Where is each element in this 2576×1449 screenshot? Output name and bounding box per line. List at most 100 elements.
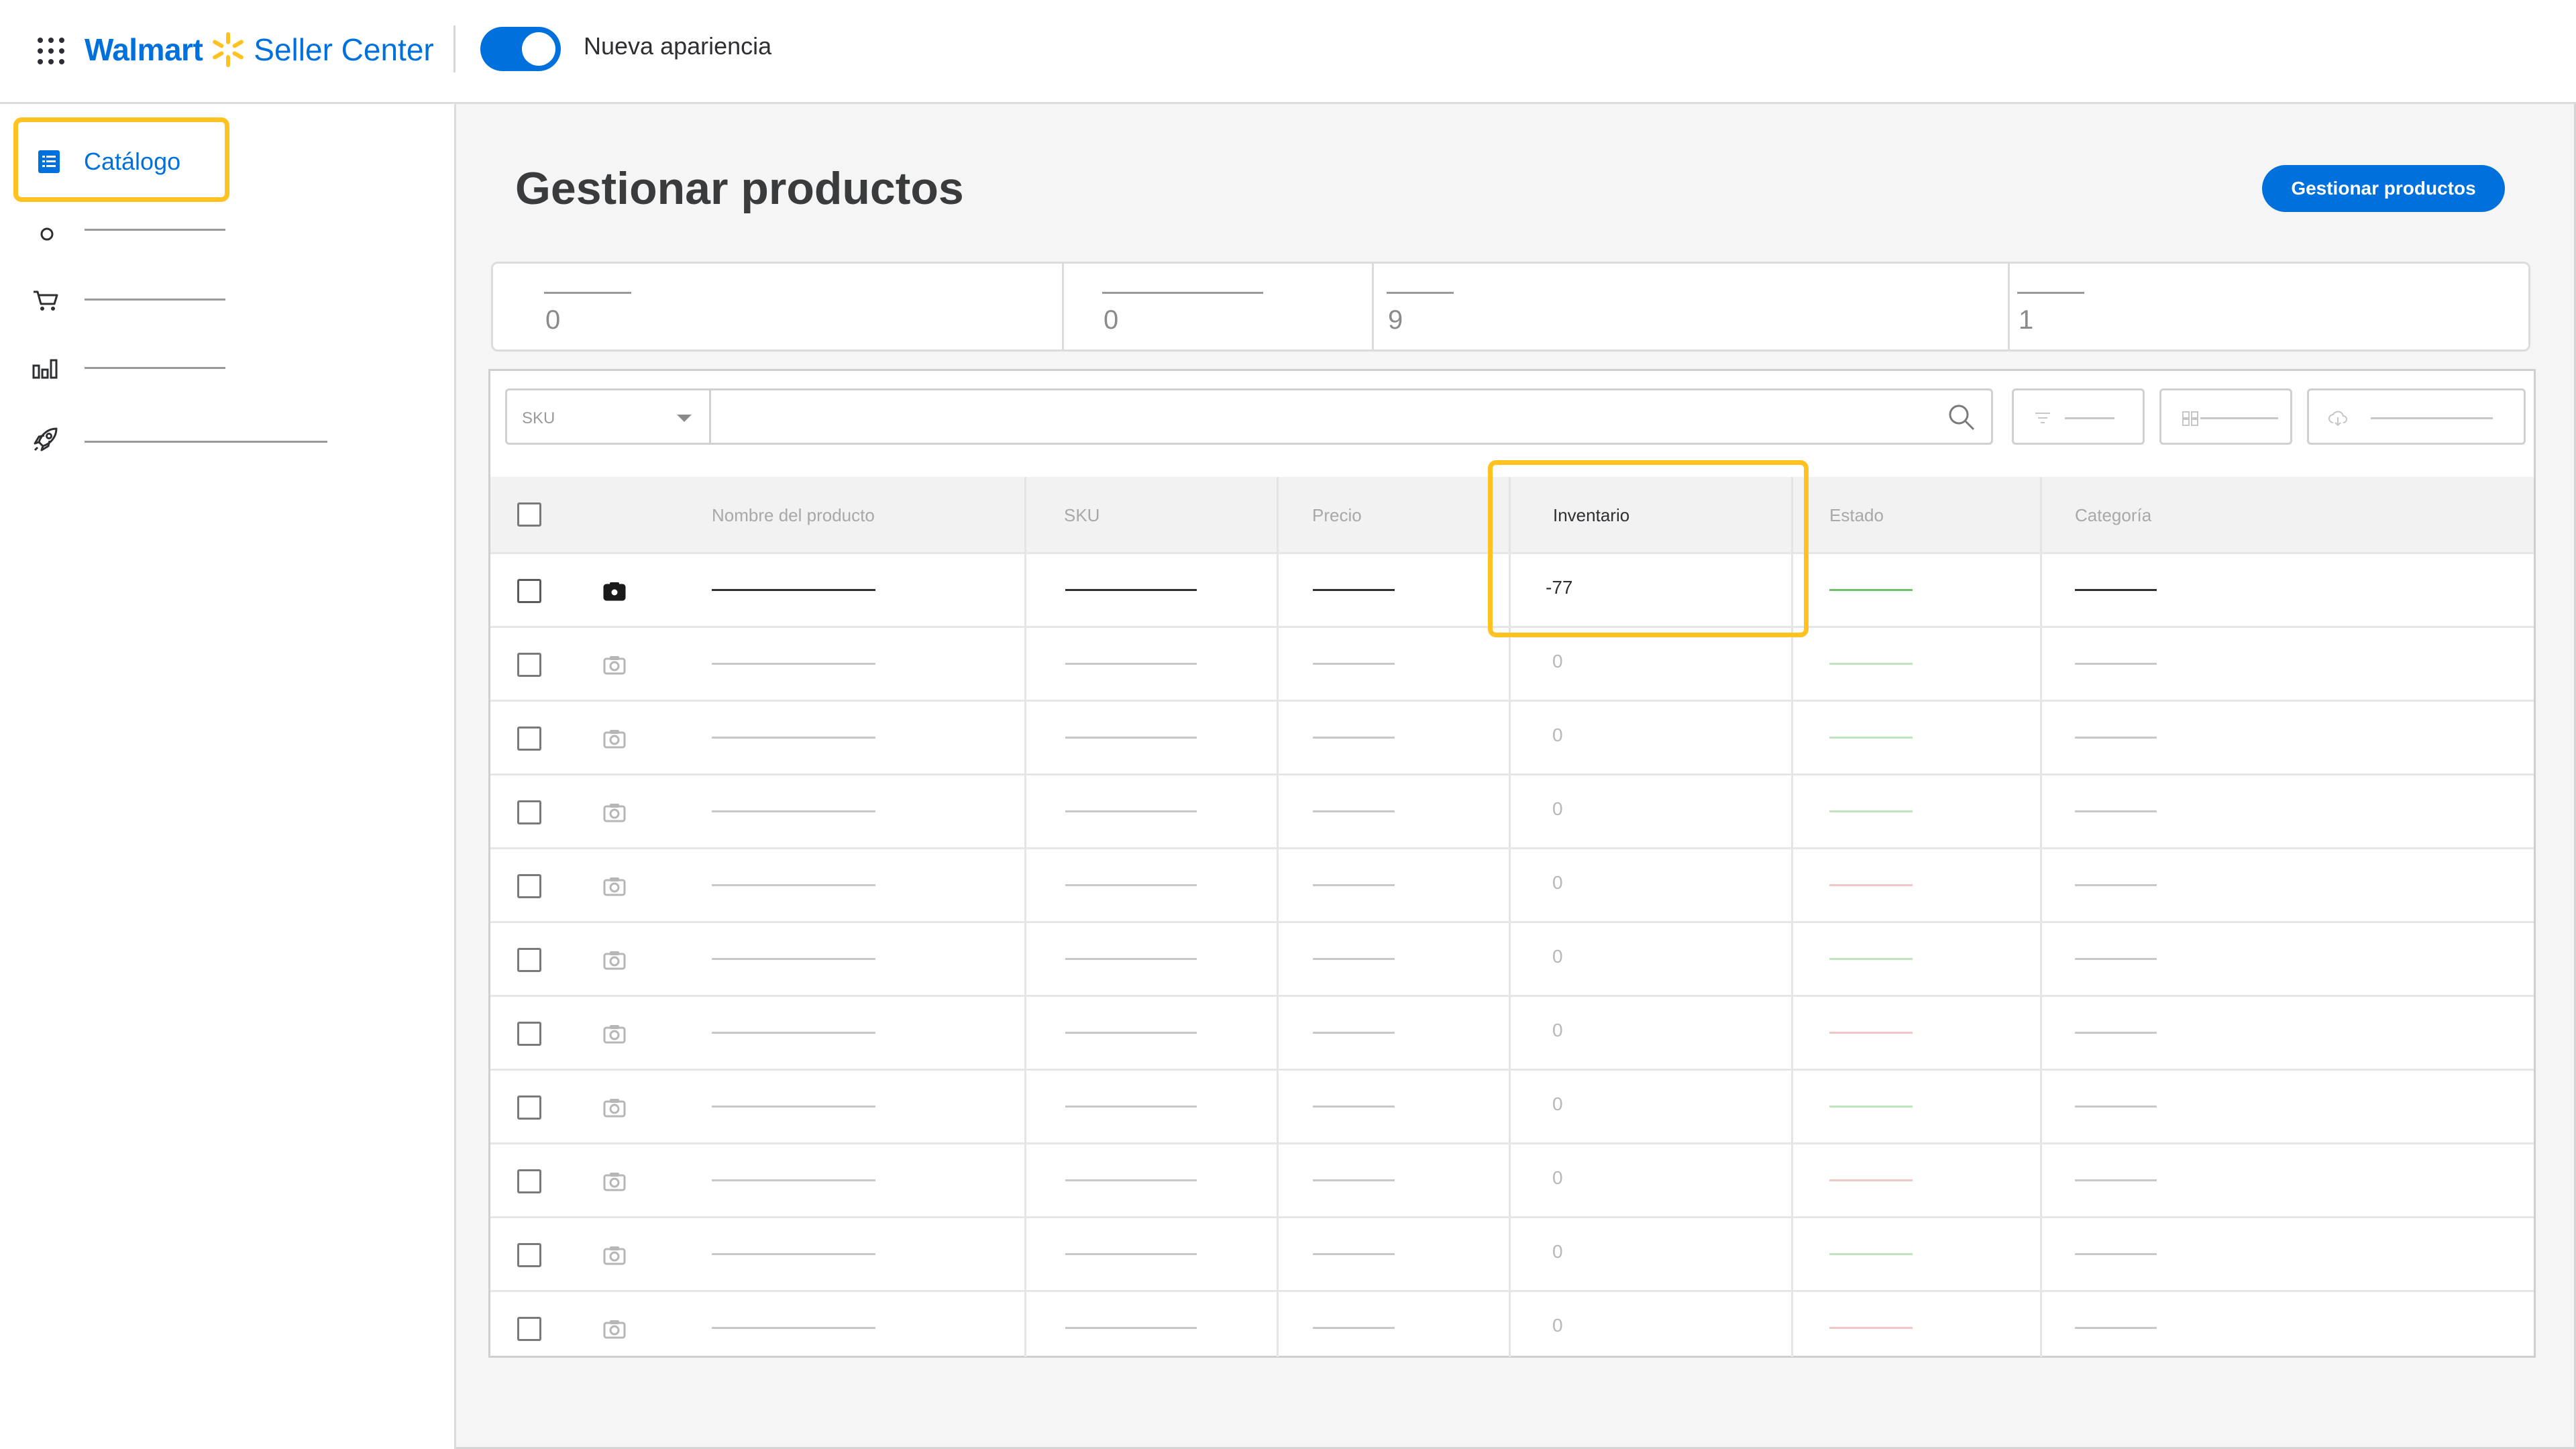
sidebar-item-2[interactable] <box>31 210 407 250</box>
columns-button[interactable] <box>2159 388 2292 445</box>
search-input[interactable] <box>709 388 1993 445</box>
cell-placeholder <box>1065 663 1197 665</box>
cell-placeholder <box>712 1327 875 1329</box>
spark-icon <box>213 32 244 67</box>
table-row[interactable]: 0 <box>490 921 2534 995</box>
button-label-placeholder <box>2371 417 2493 419</box>
cell-placeholder <box>1313 1327 1395 1329</box>
table-row[interactable]: 0 <box>490 847 2534 921</box>
inventory-value[interactable]: 0 <box>1552 946 1563 967</box>
row-checkbox[interactable] <box>517 874 541 898</box>
download-button[interactable] <box>2307 388 2526 445</box>
table-row[interactable]: 0 <box>490 700 2534 773</box>
search-icon[interactable] <box>1947 402 1976 432</box>
inventory-value[interactable]: 0 <box>1552 1315 1563 1336</box>
status-placeholder <box>1829 884 1913 886</box>
row-checkbox[interactable] <box>517 1317 541 1341</box>
column-header-category[interactable]: Categoría <box>2075 505 2151 526</box>
row-checkbox[interactable] <box>517 948 541 972</box>
cell-placeholder <box>1065 884 1197 886</box>
new-look-toggle-label: Nueva apariencia <box>584 32 772 60</box>
cell-placeholder <box>1065 589 1197 591</box>
rocket-icon <box>34 427 58 451</box>
filter-button[interactable] <box>2012 388 2145 445</box>
cell-placeholder <box>1313 589 1395 591</box>
toggle-knob <box>522 32 555 66</box>
brand-logo[interactable]: Walmart Seller Center <box>85 30 434 70</box>
inventory-value[interactable]: 0 <box>1552 724 1563 746</box>
cell-placeholder <box>2075 663 2157 665</box>
cell-placeholder <box>2075 1032 2157 1034</box>
row-checkbox[interactable] <box>517 1095 541 1120</box>
column-header-sku[interactable]: SKU <box>1064 505 1099 526</box>
table-row[interactable]: 0 <box>490 1290 2534 1364</box>
button-label-placeholder <box>2200 417 2278 419</box>
brand-name-seller-center: Seller Center <box>254 32 434 67</box>
brand-name-walmart: Walmart <box>85 32 203 67</box>
cell-placeholder <box>712 1032 875 1034</box>
app-launcher-icon[interactable] <box>38 38 64 64</box>
inventory-value[interactable]: 0 <box>1552 1093 1563 1115</box>
cell-placeholder <box>1313 663 1395 665</box>
sidebar-item-3[interactable] <box>31 278 407 319</box>
product-image-icon <box>603 582 626 601</box>
cell-placeholder <box>1065 1106 1197 1108</box>
product-image-icon <box>603 730 626 749</box>
status-placeholder <box>1829 958 1913 960</box>
table-row[interactable]: 0 <box>490 1069 2534 1142</box>
row-checkbox[interactable] <box>517 727 541 751</box>
row-checkbox[interactable] <box>517 1169 541 1193</box>
cell-placeholder <box>712 810 875 812</box>
cell-placeholder <box>1313 737 1395 739</box>
column-header-product-name[interactable]: Nombre del producto <box>712 505 875 526</box>
inventory-value[interactable]: 0 <box>1552 872 1563 894</box>
inventory-value[interactable]: 0 <box>1552 798 1563 820</box>
cell-placeholder <box>2075 589 2157 591</box>
stat-card[interactable]: 0 <box>493 264 1062 350</box>
table-row[interactable]: 0 <box>490 773 2534 847</box>
stat-label-placeholder <box>2017 292 2084 294</box>
cell-placeholder <box>1313 1032 1395 1034</box>
status-placeholder <box>1829 1179 1913 1181</box>
stat-label-placeholder <box>1102 292 1263 294</box>
row-checkbox[interactable] <box>517 653 541 677</box>
inventory-value[interactable]: 0 <box>1552 651 1563 672</box>
sidebar-item-placeholder <box>85 367 225 369</box>
circle-icon <box>40 227 54 241</box>
row-checkbox[interactable] <box>517 1243 541 1267</box>
inventory-value[interactable]: 0 <box>1552 1241 1563 1263</box>
cell-placeholder <box>712 958 875 960</box>
table-row[interactable]: 0 <box>490 1142 2534 1216</box>
sidebar-item-placeholder <box>85 229 225 231</box>
table-row[interactable]: 0 <box>490 995 2534 1069</box>
inventory-value[interactable]: 0 <box>1552 1167 1563 1189</box>
product-image-icon <box>603 877 626 896</box>
stat-card[interactable]: 9 <box>1336 264 1972 350</box>
sidebar-item-catalog[interactable]: Catálogo <box>13 117 229 202</box>
cell-placeholder <box>2075 737 2157 739</box>
search-field-select[interactable]: SKU <box>505 388 709 445</box>
select-all-checkbox[interactable] <box>517 502 541 527</box>
sidebar-item-4[interactable] <box>31 345 407 386</box>
manage-products-button[interactable]: Gestionar productos <box>2262 165 2505 212</box>
cell-placeholder <box>2075 958 2157 960</box>
stat-value: 1 <box>2019 305 2034 335</box>
row-checkbox[interactable] <box>517 800 541 824</box>
table-toolbar: SKU <box>505 388 2526 445</box>
table-row[interactable]: 0 <box>490 1216 2534 1290</box>
new-look-toggle[interactable] <box>480 27 561 71</box>
cell-placeholder <box>1313 1179 1395 1181</box>
row-checkbox[interactable] <box>517 1022 541 1046</box>
header-divider <box>453 25 455 72</box>
stat-card[interactable]: 0 <box>1051 264 1362 350</box>
sidebar-item-5[interactable] <box>31 418 407 458</box>
product-image-icon <box>603 804 626 822</box>
row-checkbox[interactable] <box>517 579 541 603</box>
status-placeholder <box>1829 810 1913 812</box>
stat-card[interactable]: 1 <box>1966 264 2530 350</box>
cell-placeholder <box>1065 737 1197 739</box>
column-header-price[interactable]: Precio <box>1312 505 1362 526</box>
cell-placeholder <box>712 589 875 591</box>
inventory-value[interactable]: 0 <box>1552 1020 1563 1041</box>
column-header-status[interactable]: Estado <box>1829 505 1884 526</box>
